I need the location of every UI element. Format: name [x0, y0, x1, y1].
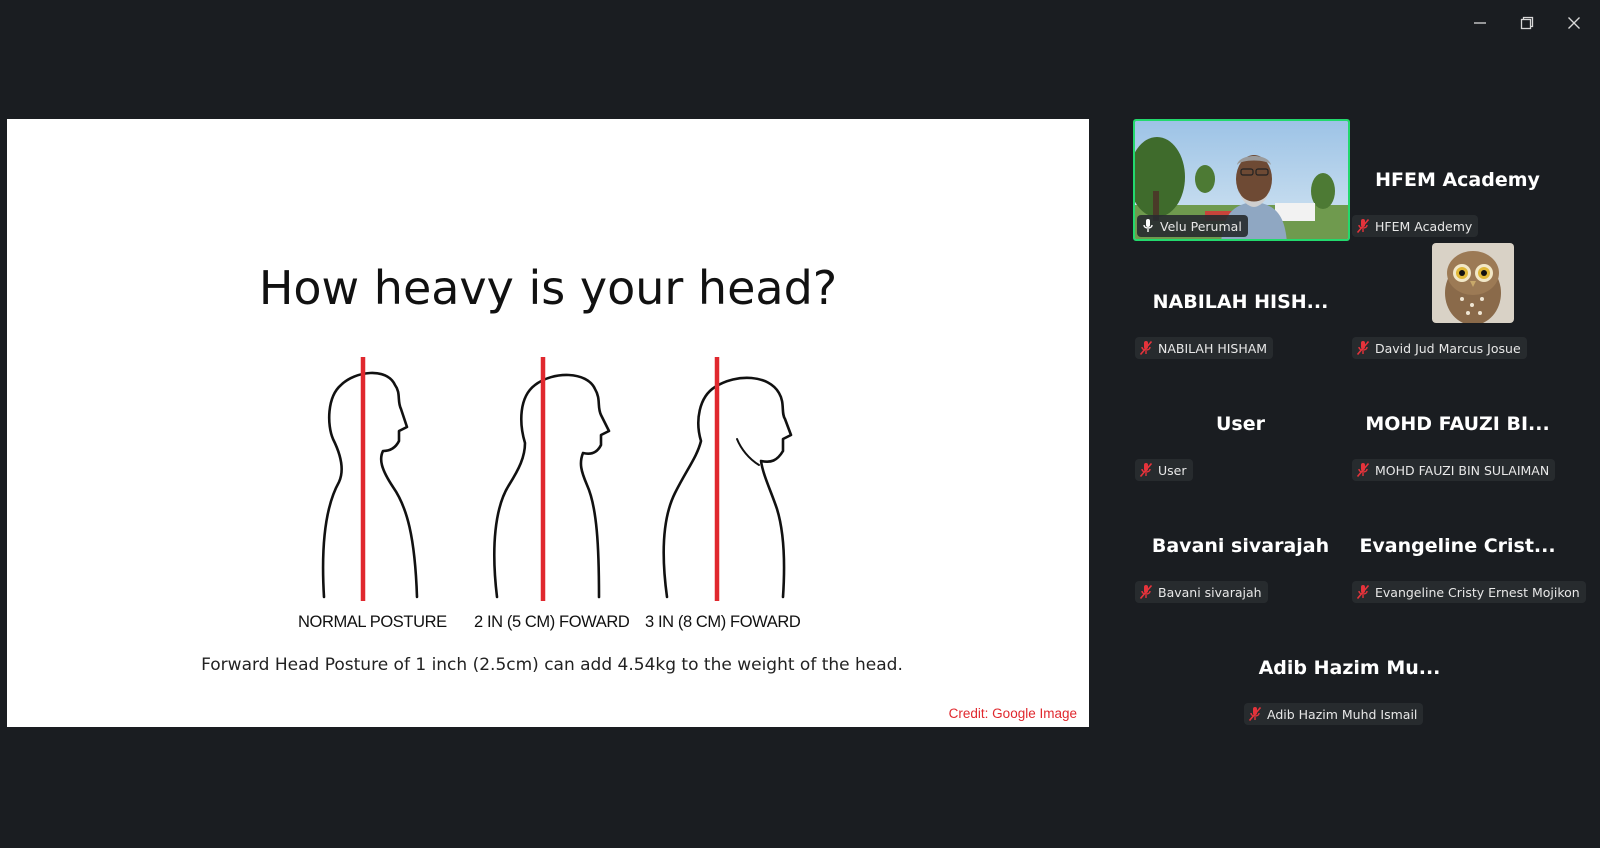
close-button[interactable] [1559, 10, 1589, 36]
restore-button[interactable] [1512, 10, 1542, 36]
figure-normal-posture [321, 371, 419, 599]
participant-label: MOHD FAUZI BIN SULAIMAN [1352, 459, 1556, 481]
participant-label: Evangeline Cristy Ernest Mojikon [1352, 581, 1586, 603]
mic-muted-icon [1356, 340, 1370, 356]
participant-display-name: MOHD FAUZI BI... [1365, 413, 1550, 435]
figure-3in-forward [662, 376, 793, 599]
slide-credit: Credit: Google Image [948, 706, 1077, 721]
shared-screen: How heavy is your head? NORMAL POSTURE 2… [7, 119, 1089, 727]
figure-label-normal: NORMAL POSTURE [298, 613, 447, 631]
mic-muted-icon [1356, 584, 1370, 600]
participant-tile-mohd-fauzi[interactable]: MOHD FAUZI BI... MOHD FAUZI BIN SULAIMAN [1350, 363, 1565, 483]
avatar [1432, 243, 1514, 323]
mic-muted-icon [1248, 706, 1262, 722]
owl-avatar-image [1432, 243, 1514, 323]
figure-label-3in: 3 IN (8 CM) FOWARD [645, 613, 801, 631]
participant-tile-user[interactable]: User User [1133, 363, 1348, 483]
figure-label-2in: 2 IN (5 CM) FOWARD [474, 613, 630, 631]
minimize-icon [1474, 22, 1486, 24]
participant-label: Adib Hazim Muhd Ismail [1244, 703, 1424, 725]
participant-label: NABILAH HISHAM [1135, 337, 1274, 359]
participant-display-name: HFEM Academy [1375, 169, 1540, 191]
participant-label-text: User [1158, 462, 1187, 478]
participant-label: User [1135, 459, 1193, 481]
slide-caption: Forward Head Posture of 1 inch (2.5cm) c… [201, 655, 903, 675]
participant-label: Velu Perumal [1137, 215, 1248, 237]
participant-label-text: Adib Hazim Muhd Ismail [1267, 706, 1418, 722]
participant-label-text: HFEM Academy [1375, 218, 1473, 234]
mic-speaking-icon [1143, 219, 1153, 232]
participant-label-text: Bavani sivarajah [1158, 584, 1262, 600]
participant-tile-evangeline[interactable]: Evangeline Crist... Evangeline Cristy Er… [1350, 485, 1586, 605]
participant-tile-hfem-academy[interactable]: HFEM Academy HFEM Academy [1350, 119, 1565, 239]
mic-muted-icon [1139, 584, 1153, 600]
participant-tile-velu-perumal[interactable]: Velu Perumal [1133, 119, 1350, 241]
participant-label-text: Velu Perumal [1160, 218, 1242, 234]
participant-label: David Jud Marcus Josue [1352, 337, 1527, 359]
participant-tile-bavani-sivarajah[interactable]: Bavani sivarajah Bavani sivarajah [1133, 485, 1348, 605]
participant-display-name: Evangeline Crist... [1359, 535, 1556, 557]
participant-display-name: Adib Hazim Mu... [1258, 657, 1441, 679]
participant-display-name: Bavani sivarajah [1151, 535, 1330, 557]
mic-muted-icon [1356, 462, 1370, 478]
posture-illustration [321, 357, 793, 601]
participant-tile-adib-hazim[interactable]: Adib Hazim Mu... Adib Hazim Muhd Ismail [1242, 607, 1457, 727]
participant-label-text: David Jud Marcus Josue [1375, 340, 1521, 356]
participant-display-name: NABILAH HISH... [1152, 291, 1329, 313]
participant-label: Bavani sivarajah [1135, 581, 1268, 603]
participant-tile-david-jud-marcus-josue[interactable]: David Jud Marcus Josue [1350, 241, 1565, 361]
mic-muted-icon [1139, 462, 1153, 478]
participant-label-text: Evangeline Cristy Ernest Mojikon [1375, 584, 1580, 600]
participant-label-text: NABILAH HISHAM [1158, 340, 1268, 356]
close-icon [1568, 17, 1580, 29]
participant-label-text: MOHD FAUZI BIN SULAIMAN [1375, 462, 1550, 478]
minimize-button[interactable] [1465, 10, 1495, 36]
slide-title: How heavy is your head? [258, 261, 838, 315]
restore-icon [1520, 16, 1534, 30]
mic-muted-icon [1139, 340, 1153, 356]
participant-tile-nabilah-hisham[interactable]: NABILAH HISH... NABILAH HISHAM [1133, 241, 1348, 361]
participant-display-name: User [1216, 413, 1265, 435]
figure-2in-forward [493, 373, 611, 599]
participant-label: HFEM Academy [1352, 215, 1479, 237]
mic-muted-icon [1356, 218, 1370, 234]
